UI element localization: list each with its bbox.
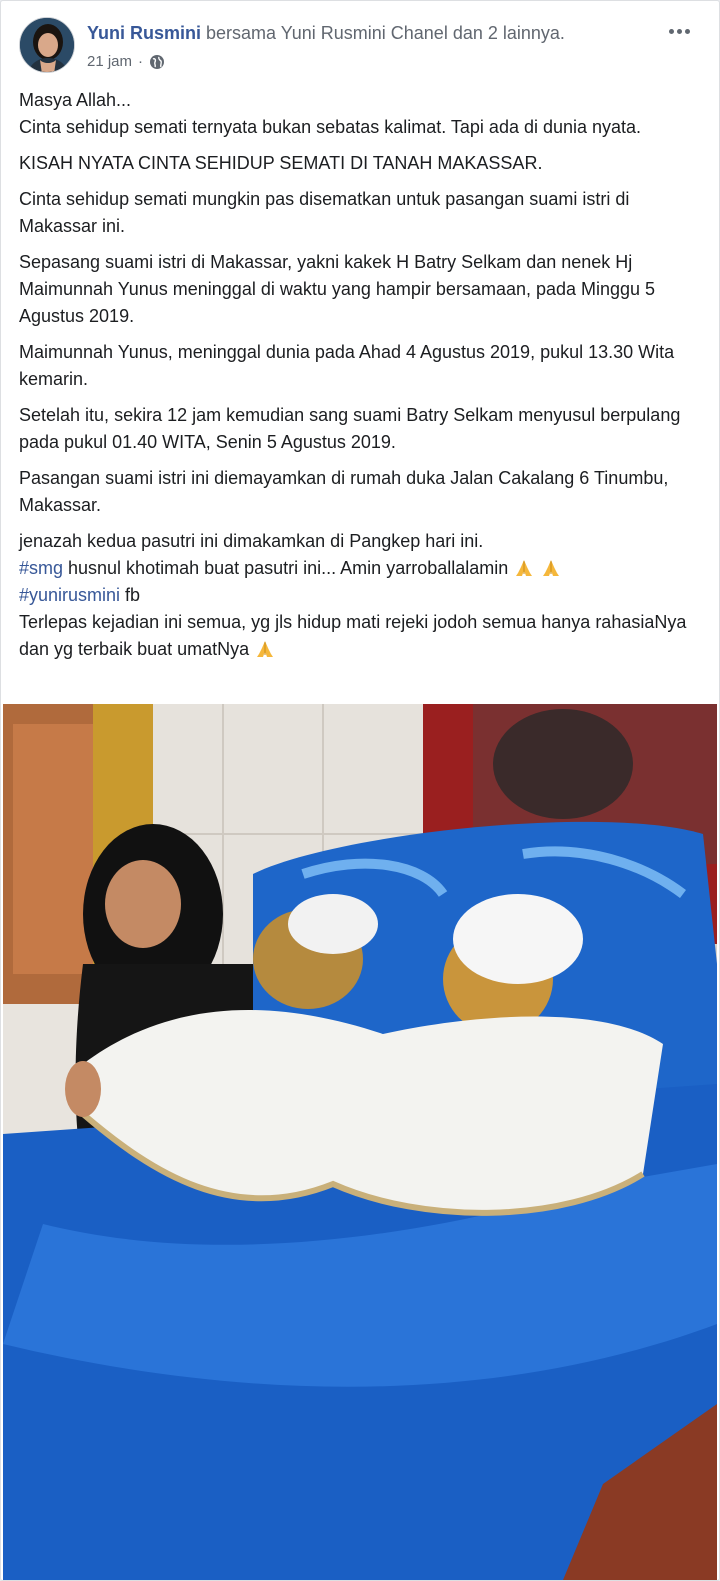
paragraph: Maimunnah Yunus, meninggal dunia pada Ah…	[19, 342, 675, 389]
post-photo[interactable]	[3, 704, 717, 1580]
paragraph: Pasangan suami istri ini diemayamkan di …	[19, 468, 669, 515]
post-header: Yuni Rusmini bersama Yuni Rusmini Chanel…	[19, 17, 701, 77]
avatar[interactable]	[19, 17, 75, 73]
folded-hands-icon	[540, 558, 562, 578]
paragraph: Sepasang suami istri di Makassar, yakni …	[19, 252, 656, 326]
folded-hands-icon	[513, 558, 535, 578]
meta-separator: ·	[138, 53, 144, 70]
paragraph: Setelah itu, sekira 12 jam kemudian sang…	[19, 405, 681, 452]
post-body: Masya Allah... Cinta sehidup semati terny…	[19, 87, 699, 672]
folded-hands-icon	[254, 639, 276, 659]
paragraph: Masya Allah... Cinta sehidup semati terny…	[19, 90, 642, 137]
hashtag-link[interactable]: #yunirusmini	[19, 585, 120, 605]
paragraph-last: jenazah kedua pasutri ini dimakamkan di …	[19, 531, 687, 659]
paragraph: Cinta sehidup semati mungkin pas disemat…	[19, 189, 630, 236]
author-line: Yuni Rusmini bersama Yuni Rusmini Chanel…	[87, 23, 565, 44]
post-meta: 21 jam ·	[87, 53, 165, 70]
more-options-icon[interactable]	[669, 21, 701, 43]
with-text[interactable]: bersama Yuni Rusmini Chanel dan 2 lainny…	[201, 23, 565, 43]
post-card: Yuni Rusmini bersama Yuni Rusmini Chanel…	[0, 0, 720, 1581]
hashtag-link[interactable]: #smg	[19, 558, 63, 578]
paragraph: KISAH NYATA CINTA SEHIDUP SEMATI DI TANA…	[19, 153, 543, 173]
globe-icon	[149, 54, 165, 70]
author-name[interactable]: Yuni Rusmini	[87, 23, 201, 43]
timestamp[interactable]: 21 jam	[87, 53, 132, 70]
